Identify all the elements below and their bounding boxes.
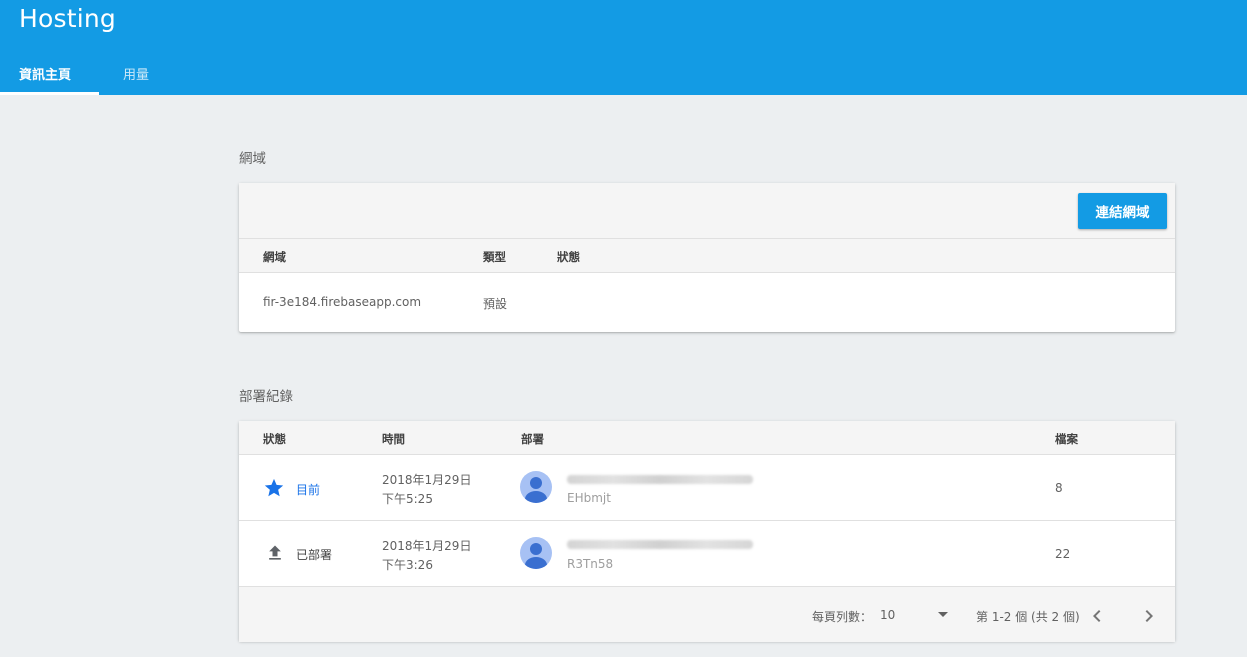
deploy-id: EHbmjt [567, 491, 611, 505]
deploy-id: R3Tn58 [567, 557, 614, 571]
deploy-history-card: 狀態 時間 部署 檔案 目前 2018年1月29日 下午5:25 EHbmjt … [239, 421, 1175, 642]
domains-table-header: 網域 類型 狀態 [239, 239, 1175, 273]
active-tab-indicator [0, 92, 99, 95]
domains-card: 連結網域 網域 類型 狀態 fir-3e184.firebaseapp.com … [239, 183, 1175, 332]
avatar [520, 471, 552, 503]
avatar [520, 537, 552, 569]
column-header-status: 狀態 [557, 250, 580, 264]
deploy-status: 目前 [296, 483, 321, 497]
column-header-domain: 網域 [263, 250, 286, 264]
rows-per-page-label: 每頁列數： [812, 610, 873, 624]
column-header-type: 類型 [483, 250, 506, 264]
upload-icon [265, 543, 285, 563]
deploy-date: 2018年1月29日 [382, 539, 472, 553]
deploy-status: 已部署 [296, 548, 333, 562]
pagination-range: 第 1-2 個 (共 2 個) [976, 610, 1080, 624]
deployer-email-redacted [567, 475, 753, 484]
star-icon [263, 477, 285, 499]
deploy-time: 下午3:26 [382, 558, 433, 572]
deploy-time: 下午5:25 [382, 492, 433, 506]
rows-per-page-value: 10 [880, 608, 896, 622]
connect-domain-button[interactable]: 連結網域 [1078, 193, 1167, 229]
rows-per-page-select[interactable]: 10 [880, 601, 952, 629]
column-header-files: 檔案 [1055, 432, 1078, 446]
chevron-left-icon[interactable] [1085, 604, 1109, 628]
top-app-bar: Hosting 資訊主頁 用量 [0, 0, 1247, 95]
deploy-date: 2018年1月29日 [382, 473, 472, 487]
domains-card-toolbar: 連結網域 [239, 183, 1175, 239]
deploy-file-count: 8 [1055, 481, 1063, 495]
deploy-file-count: 22 [1055, 547, 1071, 561]
row-divider [239, 520, 1175, 521]
domain-type: 預設 [483, 297, 508, 311]
deploy-history-section-title: 部署紀錄 [239, 389, 293, 405]
tab-dashboard[interactable]: 資訊主頁 [19, 64, 71, 83]
column-header-deploy: 部署 [521, 432, 544, 446]
pagination-footer: 每頁列數： 10 第 1-2 個 (共 2 個) [239, 586, 1175, 642]
column-header-status: 狀態 [263, 432, 286, 446]
column-header-time: 時間 [382, 432, 405, 446]
deployer-email-redacted [567, 540, 753, 549]
dropdown-arrow-icon [938, 612, 948, 617]
deploy-table-header: 狀態 時間 部署 檔案 [239, 421, 1175, 455]
app-title: Hosting [19, 4, 116, 33]
chevron-right-icon[interactable] [1137, 604, 1161, 628]
domain-name: fir-3e184.firebaseapp.com [263, 295, 422, 309]
domains-section-title: 網域 [239, 151, 266, 167]
tab-usage[interactable]: 用量 [123, 64, 149, 83]
